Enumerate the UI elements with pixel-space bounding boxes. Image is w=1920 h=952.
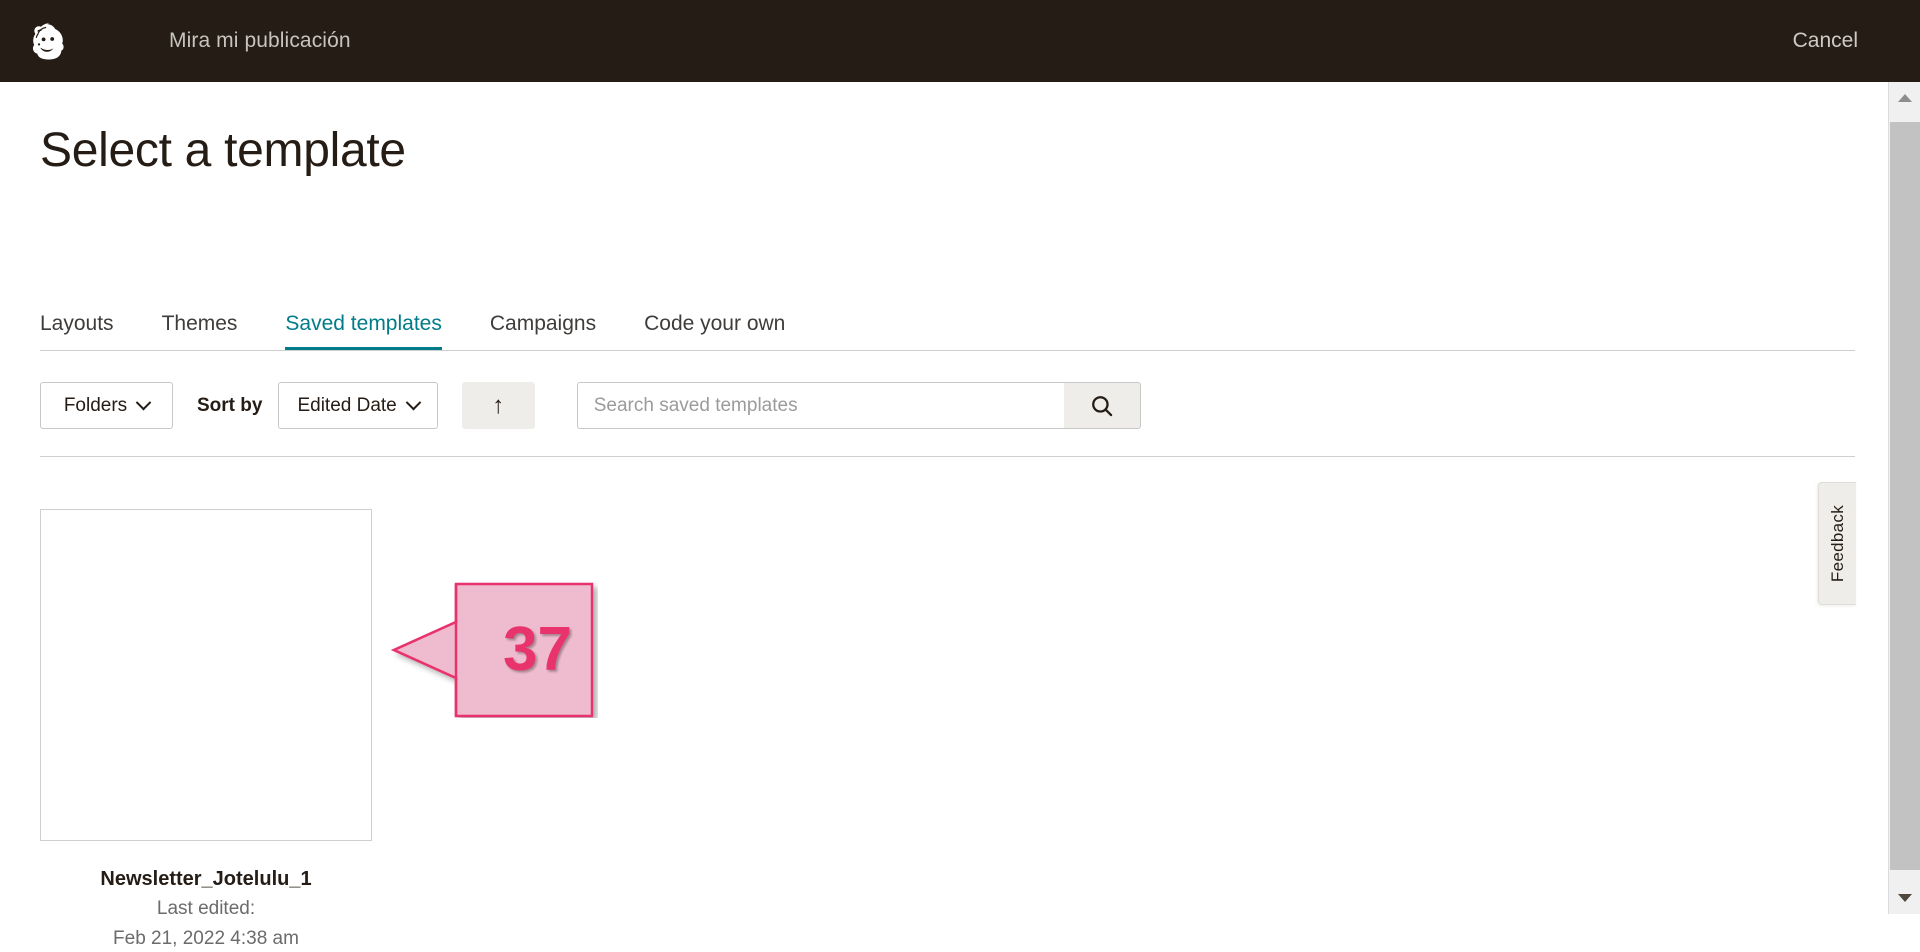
search-input[interactable]	[576, 382, 1064, 429]
annotation-marker-37: 37	[390, 582, 598, 718]
feedback-tab-label: Feedback	[1827, 504, 1847, 583]
search-button[interactable]	[1063, 382, 1141, 429]
sort-by-label: Sort by	[197, 394, 263, 416]
vertical-scrollbar[interactable]	[1888, 82, 1920, 914]
sort-by-value: Edited Date	[297, 394, 397, 416]
chevron-down-icon	[135, 394, 152, 411]
template-thumbnail[interactable]	[40, 509, 372, 841]
tab-code-your-own[interactable]: Code your own	[644, 313, 785, 350]
template-last-edited-label: Last edited:	[156, 898, 256, 919]
folders-dropdown[interactable]: Folders	[40, 382, 173, 429]
scroll-down-arrow-icon	[1898, 894, 1912, 902]
annotation-number: 37	[503, 615, 572, 684]
scroll-up-arrow-icon	[1898, 94, 1912, 102]
tab-layouts[interactable]: Layouts	[40, 313, 114, 350]
feedback-tab[interactable]: Feedback	[1818, 482, 1856, 605]
chevron-down-icon	[405, 394, 422, 411]
mailchimp-freddie-logo-icon[interactable]	[25, 17, 73, 65]
scrollbar-thumb[interactable]	[1890, 122, 1920, 870]
tab-themes[interactable]: Themes	[162, 313, 238, 350]
tab-campaigns[interactable]: Campaigns	[490, 313, 596, 350]
page-content: Select a template Layouts Themes Saved t…	[0, 82, 1888, 949]
template-grid: Newsletter_Jotelulu_1 Last edited: Feb 2…	[40, 509, 372, 952]
page-title: Select a template	[40, 124, 406, 177]
filter-toolbar: Folders Sort by Edited Date ↑	[40, 382, 1141, 429]
left-arrow-shape-icon	[390, 582, 594, 718]
sort-by-dropdown[interactable]: Edited Date	[278, 382, 438, 429]
tab-saved-templates[interactable]: Saved templates	[285, 313, 442, 350]
template-source-tabs: Layouts Themes Saved templates Campaigns…	[40, 304, 1855, 351]
folders-dropdown-label: Folders	[63, 394, 128, 416]
arrow-up-icon: ↑	[492, 391, 505, 419]
search-icon	[1091, 395, 1112, 416]
sort-direction-button[interactable]: ↑	[461, 382, 535, 429]
scroll-up-button[interactable]	[1889, 82, 1920, 114]
scroll-down-button[interactable]	[1889, 882, 1920, 914]
template-name: Newsletter_Jotelulu_1	[100, 868, 312, 890]
template-card[interactable]: Newsletter_Jotelulu_1 Last edited: Feb 2…	[40, 509, 372, 952]
top-bar: Mira mi publicación Cancel	[0, 0, 1920, 82]
toolbar-divider	[40, 456, 1855, 457]
template-last-edited-value: Feb 21, 2022 4:38 am	[113, 927, 299, 949]
search-group	[576, 382, 1141, 429]
campaign-title: Mira mi publicación	[169, 29, 351, 52]
cancel-button[interactable]: Cancel	[1791, 25, 1860, 57]
